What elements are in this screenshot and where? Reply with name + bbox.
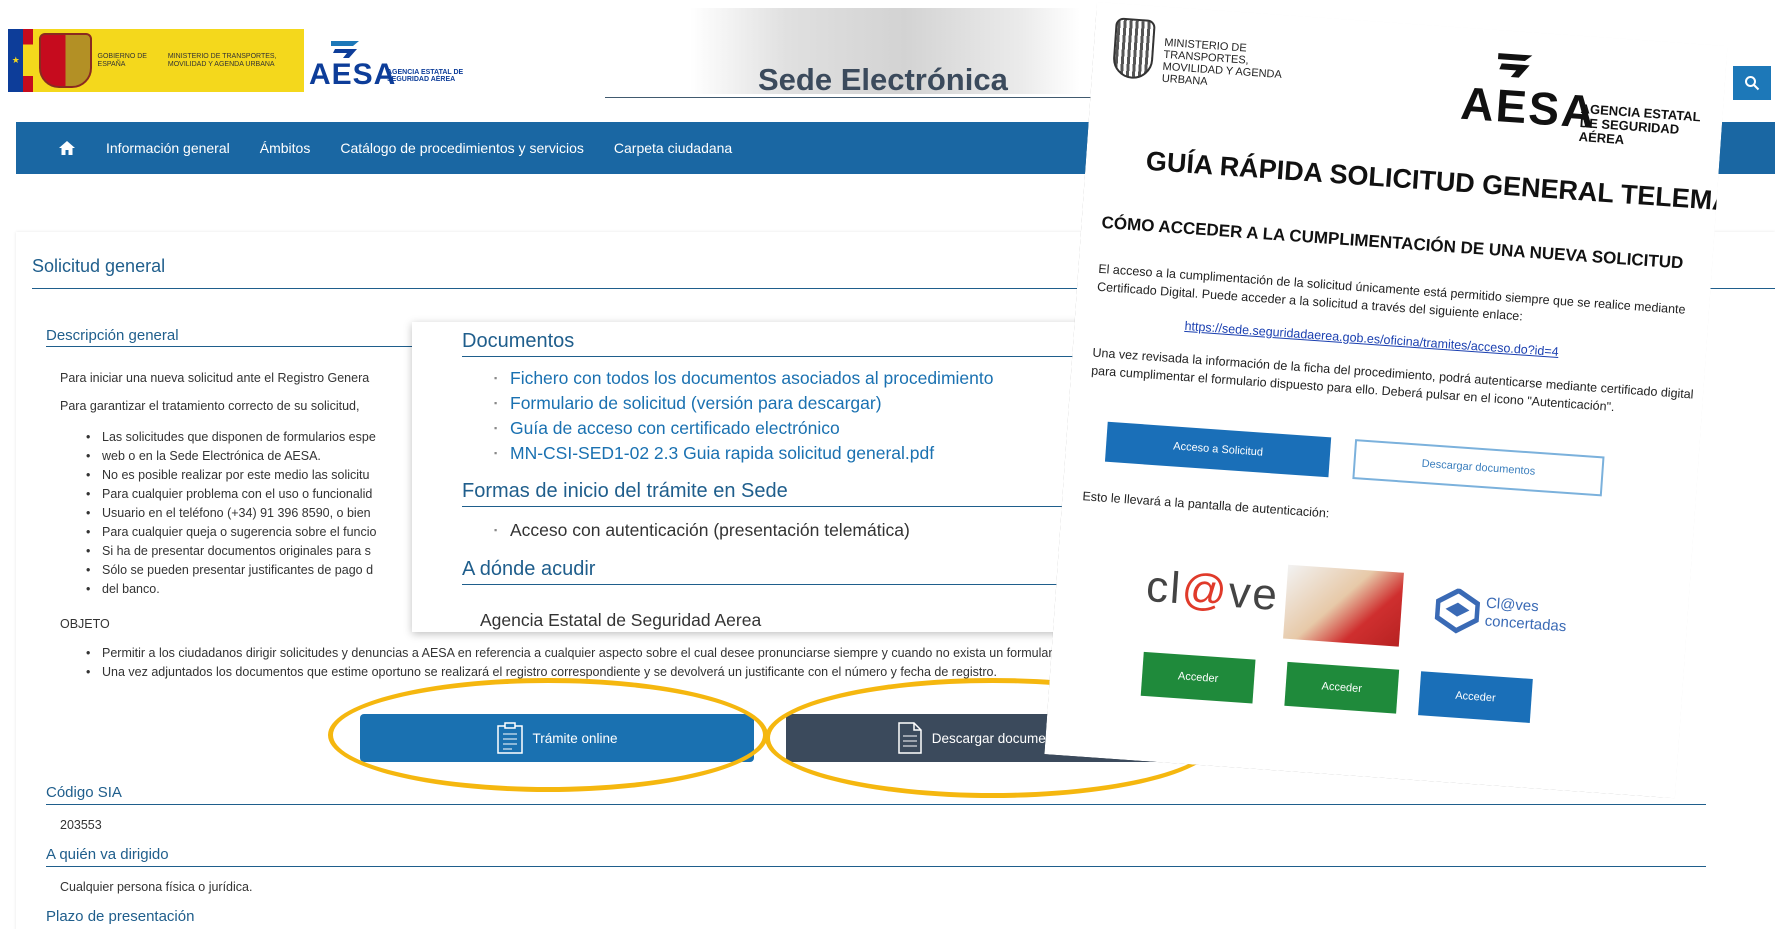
documento-link[interactable]: Formulario de solicitud (versión para de… <box>494 391 993 416</box>
donde-acudir-value: Agencia Estatal de Seguridad Aerea <box>480 610 762 630</box>
intro-text-1: Para iniciar una nueva solicitud ante el… <box>60 371 370 385</box>
documentos-list: Fichero con todos los documentos asociad… <box>494 366 993 466</box>
list-item: No es posible realizar por este medio la… <box>86 466 376 485</box>
formas-inicio-heading: Formas de inicio del trámite en Sede <box>462 480 788 502</box>
documento-link[interactable]: MN-CSI-SED1-02 2.3 Guia rapida solicitud… <box>494 441 993 466</box>
clave-logo-text: ve <box>1226 567 1281 621</box>
documentos-zoom-overlay: Documentos Fichero con todos los documen… <box>412 322 1100 632</box>
list-item-continuation: Usuario en el teléfono (+34) 91 396 8590… <box>86 504 376 523</box>
acceder-concertadas-button[interactable]: Acceder <box>1418 671 1533 723</box>
spain-flag-icon <box>23 29 34 92</box>
documentos-heading: Documentos <box>462 330 575 352</box>
certificate-card-image <box>1283 565 1404 647</box>
documento-link[interactable]: Guía de acceso con certificado electróni… <box>494 416 993 441</box>
home-icon[interactable] <box>58 139 76 157</box>
coat-of-arms-icon <box>1112 17 1156 80</box>
aesa-wordmark: AESA <box>1459 76 1599 139</box>
nav-item-ambitos[interactable]: Ámbitos <box>260 140 311 156</box>
aesa-wordmark: AESA <box>309 58 397 91</box>
section-divider <box>462 356 1100 357</box>
objeto-label: OBJETO <box>60 617 110 631</box>
section-divider <box>462 584 1100 585</box>
list-item: Para cualquier queja o sugerencia sobre … <box>86 523 376 542</box>
acceso-solicitud-button[interactable]: Acceso a Solicitud <box>1105 422 1331 478</box>
aesa-logo: AESA AGENCIA ESTATAL DE SEGURIDAD AÉREA <box>1459 48 1714 145</box>
list-item: Sólo se pueden presentar justificantes d… <box>86 561 376 580</box>
guia-rapida-overlay-wrapper: MINISTERIO DE TRANSPORTES, MOVILIDAD Y A… <box>1085 0 1740 760</box>
guide-subtitle: CÓMO ACCEDER A LA CUMPLIMENTACIÓN DE UNA… <box>1100 212 1684 273</box>
clave-logo-text: cl <box>1144 561 1184 614</box>
site-title: Sede Electrónica <box>758 62 1008 97</box>
formas-inicio-list: Acceso con autenticación (presentación t… <box>494 518 910 543</box>
aesa-wing-icon <box>1493 50 1535 81</box>
descripcion-heading: Descripción general <box>46 327 179 344</box>
guide-title: GUÍA RÁPIDA SOLICITUD GENERAL TELEMÁTICA <box>1144 145 1775 222</box>
guia-rapida-document: MINISTERIO DE TRANSPORTES, MOVILIDAD Y A… <box>1044 2 1727 798</box>
claves-concertadas-logo-icon <box>1433 587 1481 646</box>
donde-acudir-heading: A dónde acudir <box>462 558 596 580</box>
plazo-heading: Plazo de presentación <box>46 908 195 925</box>
list-item: Las solicitudes que disponen de formular… <box>86 428 376 447</box>
guide-text: Esto le llevará a la pantalla de autenti… <box>1082 489 1330 521</box>
intro-text-2: Para garantizar el tratamiento correcto … <box>60 399 360 413</box>
acceder-certificado-button[interactable]: Acceder <box>1284 662 1399 714</box>
aesa-wing-icon <box>331 41 359 58</box>
list-item: Acceso con autenticación (presentación t… <box>494 518 910 543</box>
coat-of-arms-icon <box>39 33 92 88</box>
nav-item-informacion-general[interactable]: Información general <box>106 140 230 156</box>
gobierno-text: GOBIERNO DE ESPAÑA <box>97 52 147 68</box>
clave-at-icon: @ <box>1180 564 1231 617</box>
a-quien-heading: A quién va dirigido <box>46 846 169 863</box>
codigo-sia-heading: Código SIA <box>46 784 122 801</box>
nav-item-catalogo[interactable]: Catálogo de procedimientos y servicios <box>340 140 584 156</box>
ministry-text: MINISTERIO DE TRANSPORTES, MOVILIDAD Y A… <box>167 52 277 68</box>
list-item: Para cualquier problema con el uso o fun… <box>86 485 376 504</box>
clave-logo: cl@ve <box>1145 562 1281 621</box>
list-item: Permitir a los ciudadanos dirigir solici… <box>86 644 1086 663</box>
highlight-ellipse-tramite <box>328 678 768 792</box>
header-divider <box>605 97 1115 98</box>
acceso-link[interactable]: https://sede.seguridadaerea.gob.es/ofici… <box>1184 319 1559 359</box>
documento-link[interactable]: Fichero con todos los documentos asociad… <box>494 366 993 391</box>
codigo-sia-value: 203553 <box>60 818 102 832</box>
aesa-subtitle: AGENCIA ESTATAL DE SEGURIDAD AÉREA <box>387 69 464 83</box>
section-divider <box>462 506 1100 507</box>
search-icon <box>1745 76 1760 91</box>
aesa-logo[interactable]: AESA AGENCIA ESTATAL DE SEGURIDAD AÉREA <box>307 38 477 91</box>
page-title: Solicitud general <box>32 256 166 276</box>
list-item: Si ha de presentar documentos originales… <box>86 542 376 561</box>
gobierno-logo[interactable]: ★ GOBIERNO DE ESPAÑA MINISTERIO DE TRANS… <box>8 29 304 92</box>
eu-flag-icon: ★ <box>8 29 24 92</box>
a-quien-value: Cualquier persona física o jurídica. <box>60 880 253 894</box>
list-item-continuation: del banco. <box>86 580 376 599</box>
claves-concertadas-text: Cl@ves concertadas <box>1484 595 1568 637</box>
section-divider <box>46 866 1706 867</box>
section-divider <box>46 804 1706 805</box>
objeto-list: Permitir a los ciudadanos dirigir solici… <box>86 644 1086 682</box>
descargar-documentos-button[interactable]: Descargar documentos <box>1352 439 1604 496</box>
list-item-continuation: web o en la Sede Electrónica de AESA. <box>86 447 376 466</box>
acceder-clave-button[interactable]: Acceder <box>1141 652 1256 704</box>
nav-item-carpeta-ciudadana[interactable]: Carpeta ciudadana <box>614 140 732 156</box>
descripcion-list: Las solicitudes que disponen de formular… <box>86 428 376 599</box>
aesa-subtitle: AGENCIA ESTATAL DE SEGURIDAD AÉREA <box>1578 101 1701 148</box>
ministry-text: MINISTERIO DE TRANSPORTES, MOVILIDAD Y A… <box>1161 36 1282 88</box>
